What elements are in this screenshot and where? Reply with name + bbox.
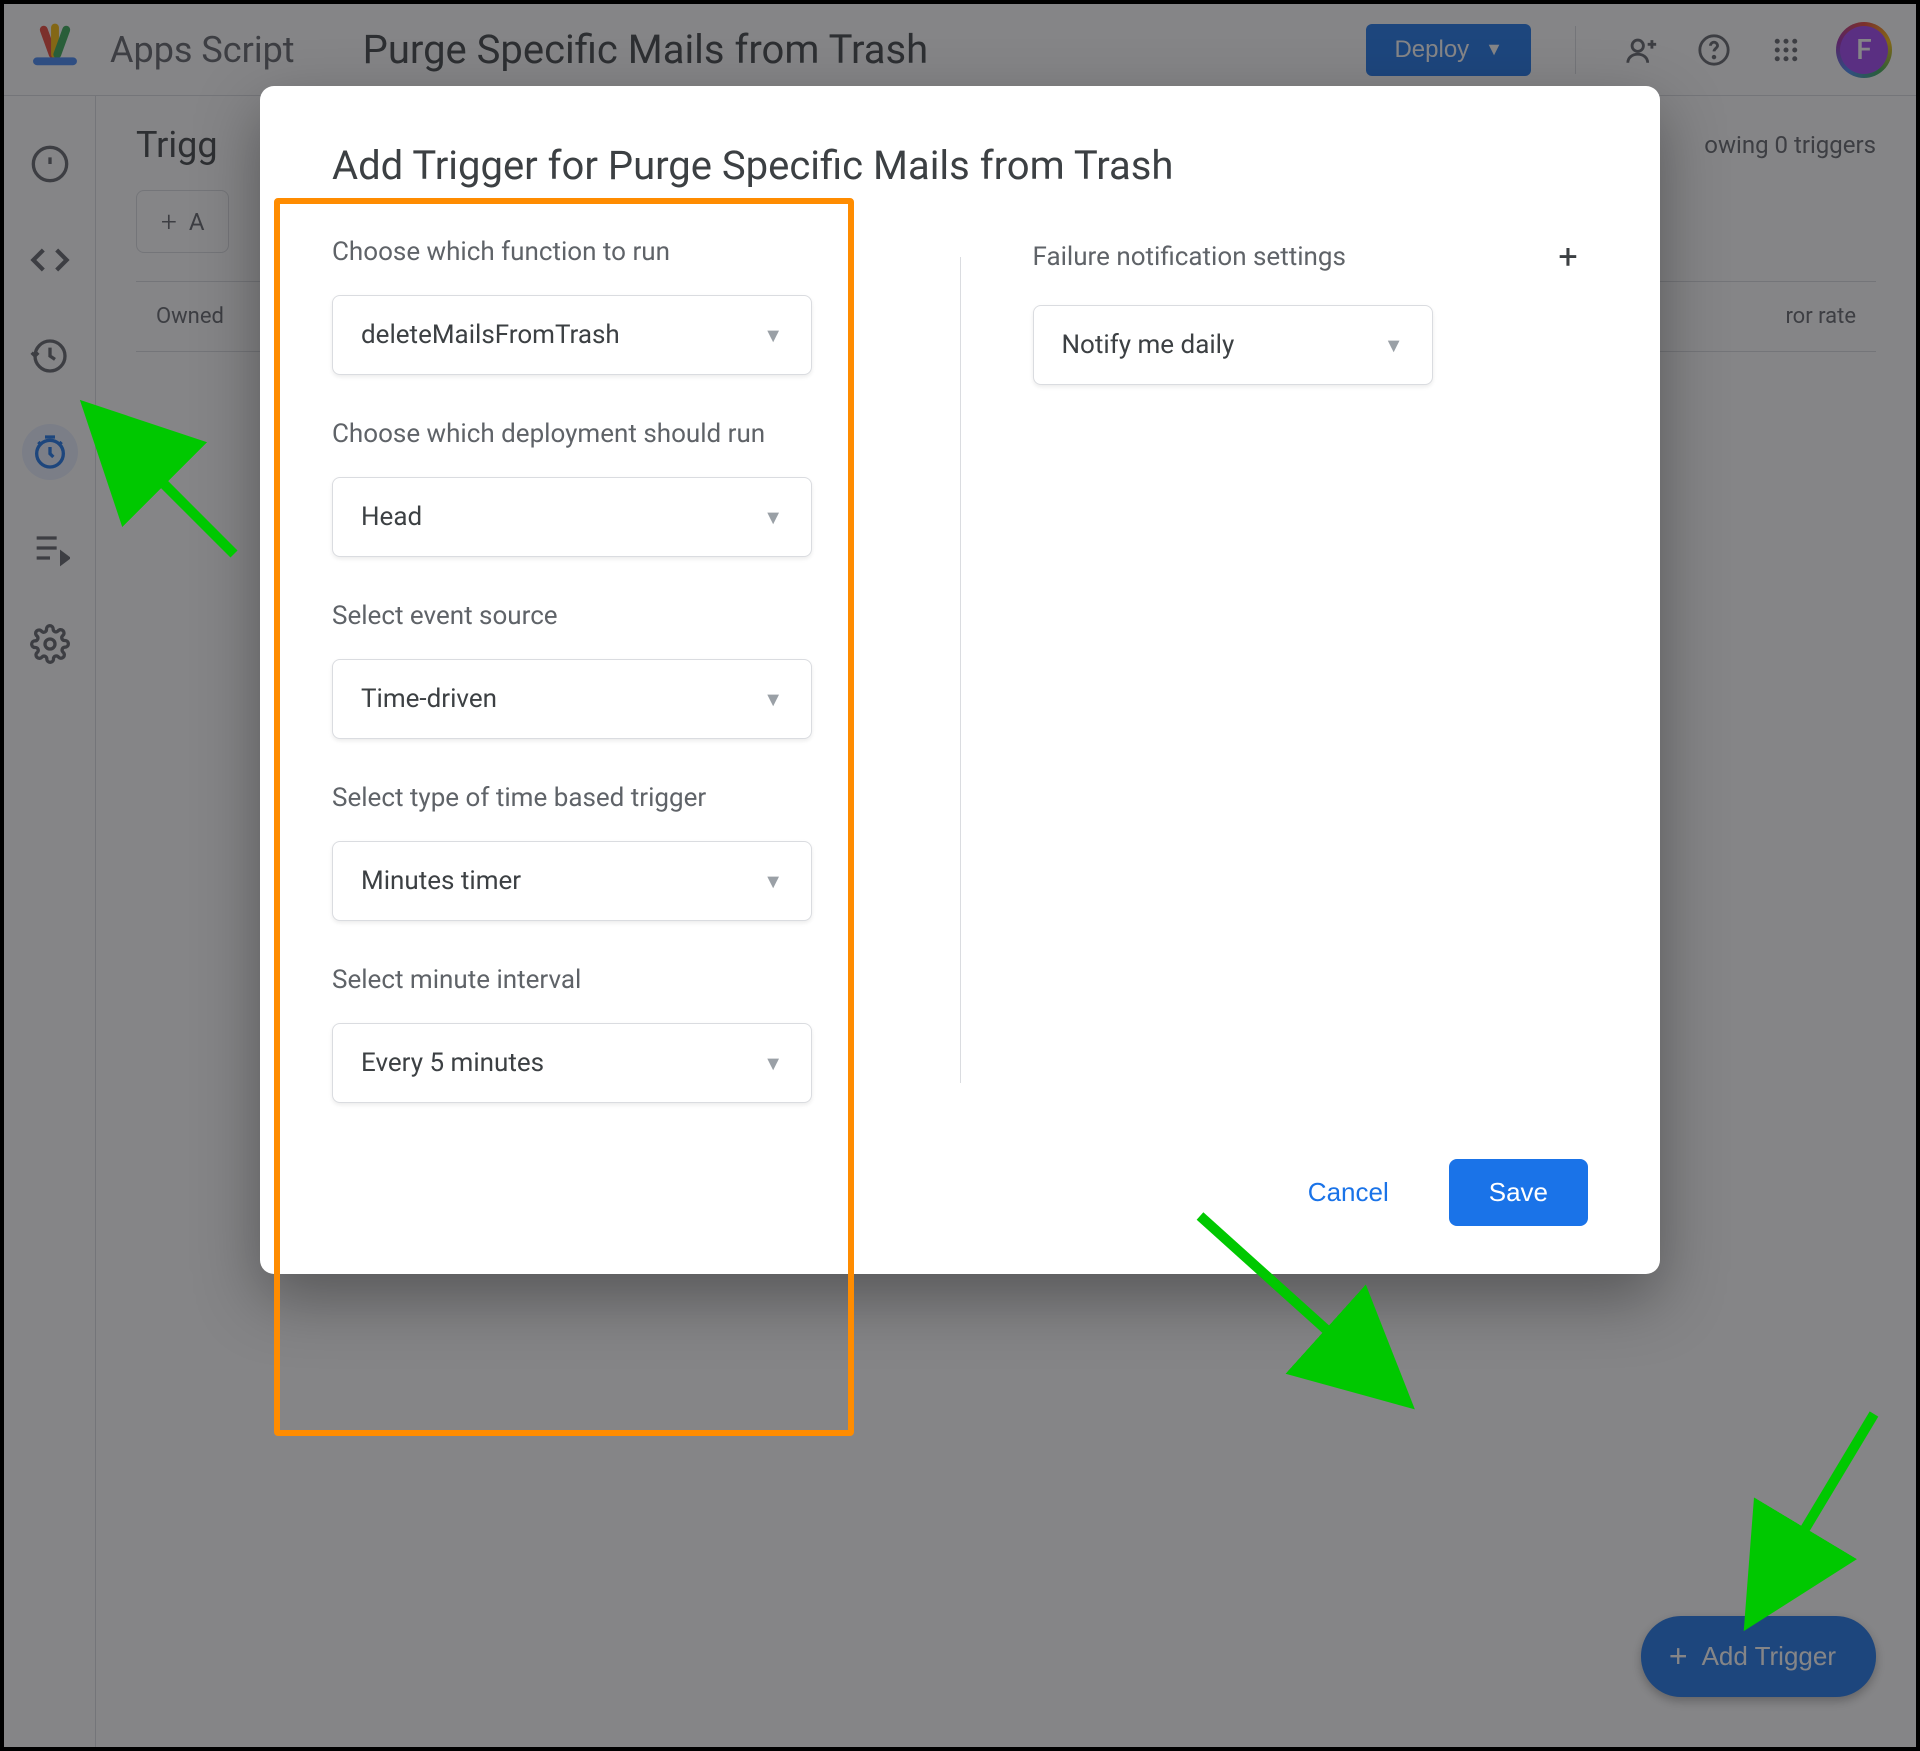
caret-down-icon: ▼ bbox=[763, 323, 783, 348]
deployment-value: Head bbox=[361, 502, 422, 532]
failure-notification-select[interactable]: Notify me daily ▼ bbox=[1033, 305, 1433, 385]
caret-down-icon: ▼ bbox=[763, 687, 783, 712]
failure-notification-value: Notify me daily bbox=[1062, 330, 1235, 360]
event-source-select[interactable]: Time-driven ▼ bbox=[332, 659, 812, 739]
function-value: deleteMailsFromTrash bbox=[361, 320, 620, 350]
caret-down-icon: ▼ bbox=[763, 1051, 783, 1076]
interval-value: Every 5 minutes bbox=[361, 1048, 544, 1078]
trigger-type-label: Select type of time based trigger bbox=[332, 783, 888, 813]
trigger-type-select[interactable]: Minutes timer ▼ bbox=[332, 841, 812, 921]
deployment-label: Choose which deployment should run bbox=[332, 419, 888, 449]
cancel-button[interactable]: Cancel bbox=[1284, 1159, 1413, 1226]
caret-down-icon: ▼ bbox=[1384, 333, 1404, 358]
interval-select[interactable]: Every 5 minutes ▼ bbox=[332, 1023, 812, 1103]
function-label: Choose which function to run bbox=[332, 237, 888, 267]
caret-down-icon: ▼ bbox=[763, 505, 783, 530]
add-notification-icon[interactable]: + bbox=[1548, 237, 1588, 277]
add-trigger-dialog: Add Trigger for Purge Specific Mails fro… bbox=[260, 86, 1660, 1274]
interval-label: Select minute interval bbox=[332, 965, 888, 995]
event-source-label: Select event source bbox=[332, 601, 888, 631]
dialog-right-column: Failure notification settings + Notify m… bbox=[1033, 237, 1589, 1103]
dialog-left-column: Choose which function to run deleteMails… bbox=[332, 237, 888, 1103]
dialog-title: Add Trigger for Purge Specific Mails fro… bbox=[332, 142, 1588, 189]
dialog-divider bbox=[960, 257, 961, 1083]
failure-notification-label: Failure notification settings bbox=[1033, 242, 1346, 272]
trigger-type-value: Minutes timer bbox=[361, 866, 521, 896]
function-select[interactable]: deleteMailsFromTrash ▼ bbox=[332, 295, 812, 375]
deployment-select[interactable]: Head ▼ bbox=[332, 477, 812, 557]
save-button[interactable]: Save bbox=[1449, 1159, 1588, 1226]
caret-down-icon: ▼ bbox=[763, 869, 783, 894]
event-source-value: Time-driven bbox=[361, 684, 497, 714]
